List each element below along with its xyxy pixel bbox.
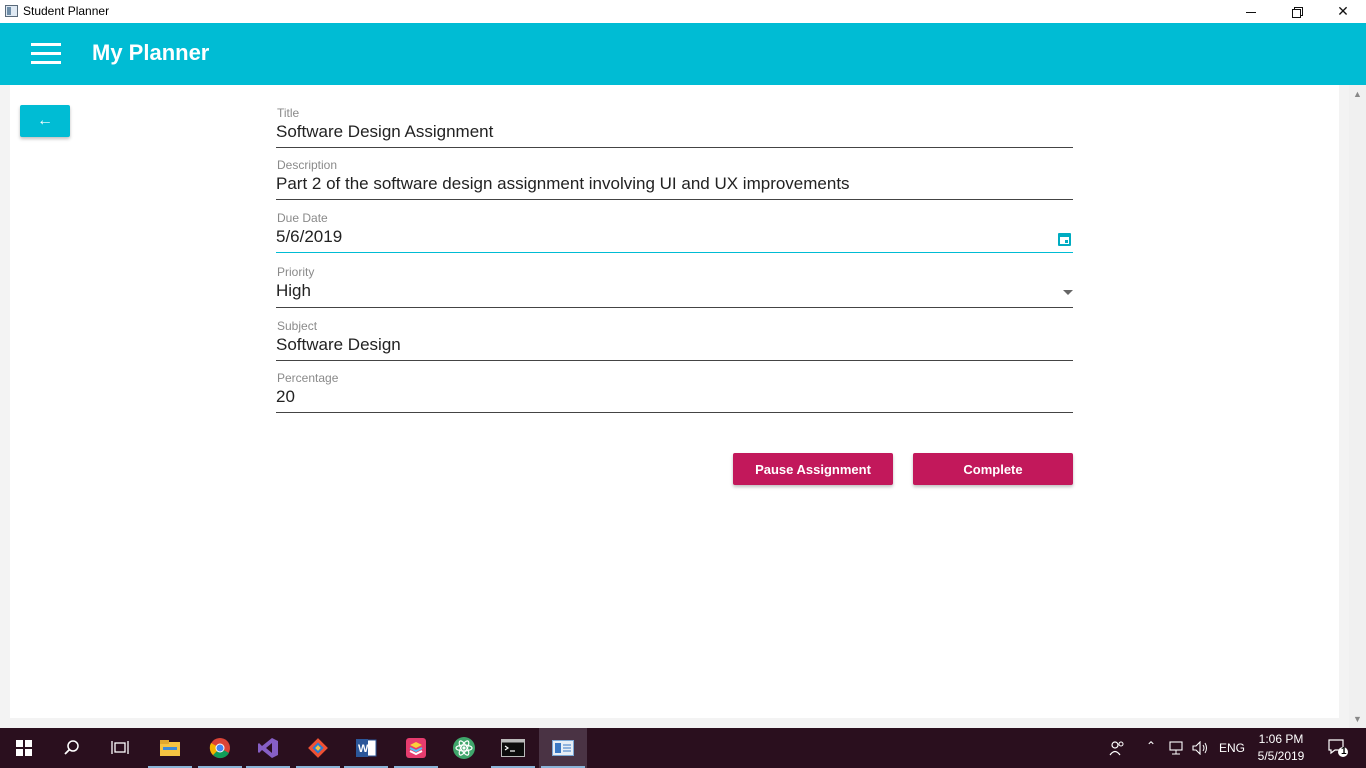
windows-taskbar: W ⌃ ENG 1:06 PM 5/5/2019 1 [0,728,1366,768]
dropdown-arrow-icon[interactable] [1063,290,1073,295]
title-input[interactable]: Software Design Assignment [276,121,1073,143]
student-planner-button[interactable] [539,728,587,768]
pause-assignment-button[interactable]: Pause Assignment [733,453,893,485]
app-header: My Planner [0,23,1366,85]
subject-underline [276,360,1073,361]
git-button[interactable] [294,728,342,768]
chrome-icon [209,738,230,759]
priority-select[interactable]: High [276,280,1073,302]
file-explorer-icon [160,740,180,756]
percentage-underline [276,412,1073,413]
search-icon [64,740,79,755]
visual-studio-icon [258,738,278,758]
action-center-button[interactable]: 1 [1318,728,1358,768]
description-underline [276,199,1073,200]
title-field[interactable]: Title Software Design Assignment [276,106,1073,148]
due-date-underline [276,252,1073,253]
show-hidden-icons-icon[interactable]: ⌃ [1146,739,1156,753]
title-label: Title [277,106,300,120]
window-title: Student Planner [23,4,110,18]
close-button[interactable]: ✕ [1320,0,1366,23]
back-button[interactable]: ← [20,105,70,137]
network-icon [1169,741,1183,755]
terminal-button[interactable] [489,728,537,768]
priority-underline [276,307,1073,308]
clock-time: 1:06 PM [1258,732,1304,746]
percentage-field[interactable]: Percentage 20 [276,371,1073,413]
priority-field[interactable]: Priority High [276,265,1073,308]
app-title: My Planner [92,40,210,65]
windows-start-icon [16,740,32,756]
chrome-button[interactable] [196,728,244,768]
clock[interactable]: 1:06 PM 5/5/2019 [1252,731,1310,765]
back-arrow-icon: ← [37,112,53,129]
task-view-icon [111,741,129,754]
subject-input[interactable]: Software Design [276,334,1073,356]
description-field[interactable]: Description Part 2 of the software desig… [276,158,1073,200]
notification-count: 1 [1341,746,1347,757]
svg-text:W: W [358,743,369,755]
terminal-icon [501,739,525,757]
due-date-field[interactable]: Due Date 5/6/2019 [276,211,1073,253]
start-button[interactable] [0,728,48,768]
clock-date: 5/5/2019 [1257,749,1305,763]
description-input[interactable]: Part 2 of the software design assignment… [276,173,1073,195]
student-planner-icon [552,740,574,756]
people-icon [1109,741,1124,756]
file-explorer-button[interactable] [146,728,194,768]
priority-label: Priority [277,265,315,279]
word-button[interactable]: W [342,728,390,768]
layers-app-button[interactable] [392,728,440,768]
restore-button[interactable] [1274,0,1320,23]
hamburger-menu-icon[interactable] [31,43,61,65]
minimize-button[interactable] [1228,0,1274,23]
visual-studio-button[interactable] [244,728,292,768]
word-icon: W [356,739,377,757]
task-view-button[interactable] [96,728,144,768]
git-icon [308,738,328,758]
subject-field[interactable]: Subject Software Design [276,319,1073,361]
calendar-icon[interactable] [1058,233,1071,246]
minimize-icon [1246,12,1256,13]
scroll-up-icon[interactable]: ▲ [1349,87,1366,101]
due-date-label: Due Date [277,211,328,225]
title-underline [276,147,1073,148]
layers-app-icon [406,738,426,758]
subject-label: Subject [277,319,318,333]
scroll-down-icon[interactable]: ▼ [1349,712,1366,726]
atom-button[interactable] [440,728,488,768]
due-date-input[interactable]: 5/6/2019 [276,226,1073,248]
volume-icon [1192,741,1207,755]
description-label: Description [277,158,338,172]
close-icon: ✕ [1337,3,1349,19]
people-button[interactable] [1095,728,1139,768]
percentage-input[interactable]: 20 [276,386,1073,408]
complete-button[interactable]: Complete [913,453,1073,485]
language-indicator[interactable]: ENG [1219,741,1245,755]
percentage-label: Percentage [277,371,339,385]
vertical-scrollbar[interactable]: ▲ ▼ [1349,85,1366,728]
app-window-icon [5,5,18,17]
volume-button[interactable] [1190,728,1212,768]
window-titlebar: Student Planner ✕ [0,0,1366,23]
atom-icon [453,737,475,759]
restore-icon [1292,6,1303,18]
search-button[interactable] [48,728,96,768]
network-button[interactable] [1166,728,1188,768]
